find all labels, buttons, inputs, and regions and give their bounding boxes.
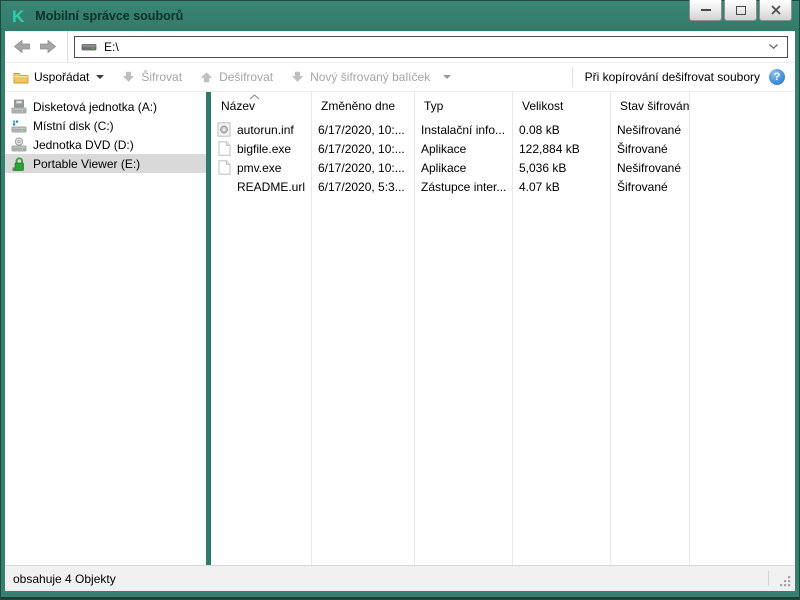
- address-path: E:\: [104, 39, 119, 54]
- column-header-modified[interactable]: Změněno dne: [311, 99, 414, 113]
- toolbar-separator: [571, 67, 573, 87]
- organize-label: Uspořádat: [34, 70, 90, 84]
- file-modified: 6/17/2020, 10:...: [318, 141, 405, 156]
- sidebar-item-label: Jednotka DVD (D:): [33, 137, 134, 152]
- sidebar-item-drive-d[interactable]: Jednotka DVD (D:): [5, 135, 206, 154]
- close-button[interactable]: [759, 0, 792, 21]
- chevron-down-icon[interactable]: [768, 43, 779, 50]
- encrypt-label: Šifrovat: [141, 70, 183, 84]
- window-title: Mobilní správce souborů: [35, 9, 184, 23]
- file-list: Název Změněno dne Typ Velikost Stav šifr…: [211, 92, 795, 565]
- new-encrypted-package-button[interactable]: Nový šifrovaný balíček: [290, 70, 430, 84]
- file-icon: [216, 141, 232, 157]
- arrow-down-icon: [291, 71, 304, 82]
- forward-button[interactable]: [39, 39, 57, 54]
- drive-tree-sidebar: Disketová jednotka (A:) Místní disk (C:)…: [5, 92, 206, 565]
- decrypt-label: Dešifrovat: [219, 70, 274, 84]
- file-encryption-status: Nešifrované: [617, 122, 682, 137]
- column-gridline: [512, 92, 513, 565]
- file-icon: [216, 160, 232, 176]
- sidebar-item-label: Disketová jednotka (A:): [33, 99, 158, 114]
- column-header-type[interactable]: Typ: [414, 99, 512, 113]
- file-encryption-status: Šifrované: [617, 141, 668, 156]
- dvd-drive-icon: [11, 136, 27, 153]
- list-header: Název Změněno dne Typ Velikost Stav šifr…: [211, 92, 795, 120]
- column-header-size[interactable]: Velikost: [512, 99, 610, 113]
- column-gridline: [311, 92, 312, 565]
- decrypt-on-copy-label: Při kopírování dešifrovat soubory: [584, 70, 760, 84]
- main-area: Disketová jednotka (A:) Místní disk (C:)…: [5, 92, 795, 565]
- resize-grip-icon[interactable]: [779, 575, 792, 588]
- help-icon[interactable]: ?: [769, 69, 785, 85]
- package-dropdown-icon[interactable]: [443, 75, 452, 79]
- blank-icon-slot: [216, 179, 232, 195]
- file-name: README.url: [237, 179, 306, 194]
- lock-icon: [11, 156, 27, 172]
- file-size: 0.08 kB: [519, 122, 560, 137]
- minimize-button[interactable]: [689, 0, 722, 21]
- file-row-readme[interactable]: README.url 6/17/2020, 5:3... Zástupce in…: [211, 177, 795, 196]
- file-type: Aplikace: [421, 160, 467, 175]
- window-controls: [689, 0, 792, 21]
- app-window: K Mobilní správce souborů E:\ Uspořádat …: [0, 0, 800, 600]
- folder-icon: [13, 72, 29, 83]
- file-row-bigfile[interactable]: bigfile.exe 6/17/2020, 10:... Aplikace 1…: [211, 139, 795, 158]
- status-text: obsahuje 4 Objekty: [13, 571, 116, 586]
- file-type: Instalační info...: [421, 122, 506, 137]
- window-content: E:\ Uspořádat Šifrovat Dešifrovat Nový š…: [5, 31, 795, 591]
- file-size: 5,036 kB: [519, 160, 567, 175]
- file-type: Zástupce inter...: [421, 179, 507, 194]
- status-bar: obsahuje 4 Objekty: [5, 565, 795, 591]
- kaspersky-logo-icon: K: [12, 6, 25, 26]
- organize-dropdown-icon: [96, 75, 105, 79]
- column-header-name[interactable]: Název: [211, 99, 311, 113]
- sidebar-item-drive-a[interactable]: Disketová jednotka (A:): [5, 97, 206, 116]
- sort-ascending-icon: [249, 94, 260, 100]
- config-file-icon: [216, 122, 232, 138]
- sidebar-item-drive-e[interactable]: Portable Viewer (E:): [5, 154, 206, 173]
- file-modified: 6/17/2020, 10:...: [318, 122, 405, 137]
- file-size: 4.07 kB: [519, 179, 560, 194]
- column-header-encryption-status[interactable]: Stav šifrování: [610, 99, 689, 113]
- maximize-icon: [735, 5, 746, 15]
- minimize-icon: [700, 9, 711, 11]
- navigation-buttons: [13, 31, 68, 62]
- new-encrypted-package-label: Nový šifrovaný balíček: [310, 70, 431, 84]
- encrypt-button[interactable]: Šifrovat: [121, 70, 182, 84]
- status-bar-separator: [768, 571, 769, 586]
- file-name: bigfile.exe: [237, 141, 292, 156]
- file-modified: 6/17/2020, 10:...: [318, 160, 405, 175]
- drive-icon: [81, 43, 97, 50]
- close-icon: [770, 5, 781, 15]
- file-name: pmv.exe: [237, 160, 282, 175]
- file-encryption-status: Nešifrované: [617, 160, 682, 175]
- arrow-up-icon: [200, 72, 213, 83]
- hard-disk-icon: [11, 118, 27, 134]
- file-type: Aplikace: [421, 141, 467, 156]
- file-name: autorun.inf: [237, 122, 294, 137]
- column-gridline: [414, 92, 415, 565]
- maximize-button[interactable]: [724, 0, 757, 21]
- file-row-pmv[interactable]: pmv.exe 6/17/2020, 10:... Aplikace 5,036…: [211, 158, 795, 177]
- back-button[interactable]: [13, 39, 31, 54]
- toolbar: Uspořádat Šifrovat Dešifrovat Nový šifro…: [5, 63, 795, 92]
- sidebar-item-label: Místní disk (C:): [33, 118, 114, 133]
- column-gridline: [610, 92, 611, 565]
- sidebar-item-label: Portable Viewer (E:): [33, 156, 141, 171]
- sidebar-item-drive-c[interactable]: Místní disk (C:): [5, 116, 206, 135]
- address-combobox[interactable]: E:\: [74, 35, 788, 58]
- file-encryption-status: Šifrované: [617, 179, 668, 194]
- file-row-autorun[interactable]: autorun.inf 6/17/2020, 10:... Instalační…: [211, 120, 795, 139]
- floppy-drive-icon: [11, 99, 27, 115]
- file-modified: 6/17/2020, 5:3...: [318, 179, 405, 194]
- address-bar: E:\: [5, 31, 795, 63]
- organize-button[interactable]: Uspořádat: [13, 70, 105, 84]
- file-size: 122,884 kB: [519, 141, 580, 156]
- decrypt-button[interactable]: Dešifrovat: [199, 70, 273, 84]
- title-bar: K Mobilní správce souborů: [1, 0, 799, 31]
- arrow-down-icon: [123, 71, 135, 82]
- column-gridline: [689, 92, 690, 565]
